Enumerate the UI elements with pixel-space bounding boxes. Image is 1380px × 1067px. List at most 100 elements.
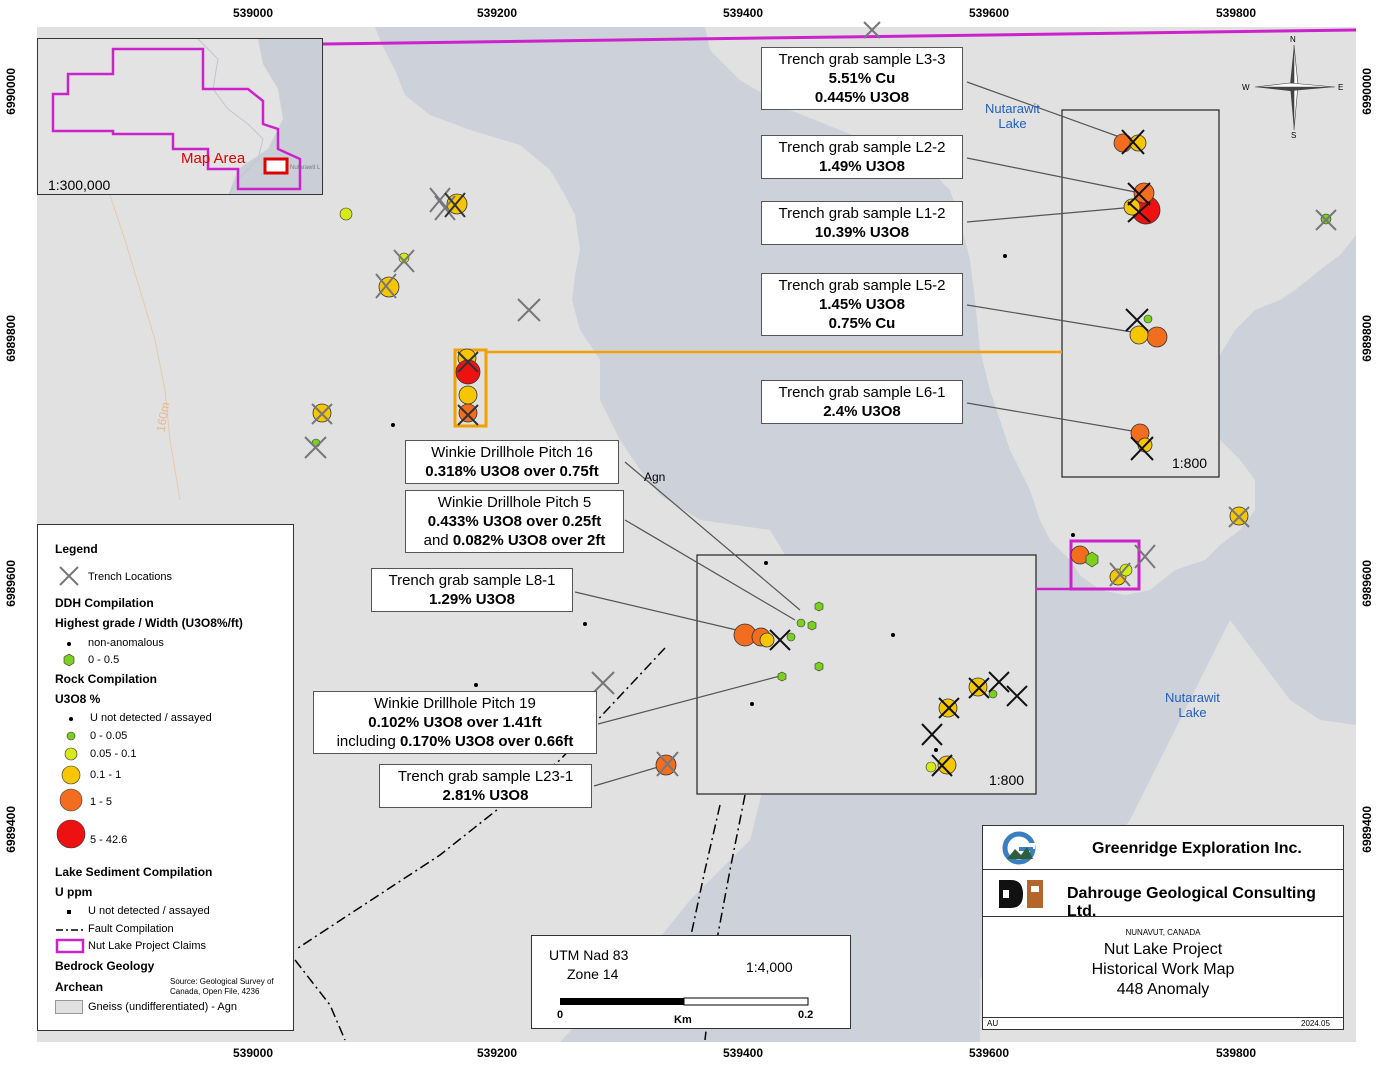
y-coord-label: 6989600 [1360,560,1374,607]
callout-l2-2[interactable]: Trench grab sample L2-2 1.49% U3O8 [761,135,963,179]
scale-tick-0: 0 [557,1009,564,1021]
trench-x-icon [59,566,79,586]
legend-rock-item: 1 - 5 [90,796,113,808]
legend-ddh-item: 0 - 0.5 [88,654,120,666]
region-label: NUNAVUT, CANADA [1125,928,1201,937]
rock-sample-point [759,632,775,648]
y-coord-label: 6990000 [1360,68,1374,115]
legend: Legend Trench Locations DDH Compilation … [37,524,294,1031]
legend-rock-item: 0 - 0.05 [90,730,128,742]
y-coord-label: 6989400 [1360,806,1374,853]
legend-archean: Archean [55,980,104,994]
x-coord-label: 539400 [722,1046,764,1060]
y-coord-label: 6989800 [1360,315,1374,362]
legend-rock-item: 5 - 42.6 [90,834,128,846]
legend-ddh-item: non-anomalous [88,637,164,649]
legend-ddh-header: DDH Compilation [55,596,154,610]
rock-sample-point [796,618,806,628]
scale-ratio: 1:4,000 [746,959,793,975]
hexagon-icon [63,653,75,667]
legend-lake-header: Lake Sediment Compilation [55,865,213,879]
callout-l6-1[interactable]: Trench grab sample L6-1 2.4% U3O8 [761,380,963,424]
y-coord-label: 6989800 [4,315,18,362]
square-dot-icon [67,910,71,914]
scale-box: UTM Nad 83 Zone 14 1:4,000 0 0.2 Km [531,935,851,1029]
legend-title: Legend [55,542,98,556]
rock-sample-point [925,761,937,773]
project-name: Nut Lake Project [1103,941,1223,958]
datum-label: UTM Nad 83 [549,947,629,963]
scale-bar [560,997,809,1006]
legend-rock-item: U not detected / assayed [90,712,212,724]
company-name-1: Greenridge Exploration Inc. [1092,840,1302,857]
callout-l1-2[interactable]: Trench grab sample L1-2 10.39% U3O8 [761,201,963,245]
rock-sample-point [339,207,353,221]
scale-unit: Km [674,1014,692,1026]
detail-box-south [696,554,1037,795]
dot-icon [69,717,73,721]
ddh-point [814,661,824,672]
fault-line-icon [56,929,84,931]
rock-sample-point [1143,314,1153,324]
x-coord-label: 539800 [1215,6,1257,20]
x-coord-label: 539600 [968,6,1010,20]
x-coord-label: 539800 [1215,1046,1257,1060]
y-coord-label: 6990000 [4,68,18,115]
dot-icon [67,642,71,646]
circle-icon [66,731,76,741]
ddh-point [807,620,817,631]
detail-scale-label: 1:800 [1172,455,1208,471]
legend-rock-item: 0.05 - 0.1 [90,748,137,760]
dahrouge-logo-icon [999,880,1043,908]
rock-sample-point [458,403,478,423]
circle-icon [64,747,78,761]
callout-pitch-19[interactable]: Winkie Drillhole Pitch 19 0.102% U3O8 ov… [313,691,597,754]
legend-ddh-sub: Highest grade / Width (U3O8%/ft) [55,616,243,630]
y-coord-label: 6989400 [4,806,18,853]
x-coord-label: 539000 [232,6,274,20]
callout-pitch-16[interactable]: Winkie Drillhole Pitch 16 0.318% U3O8 ov… [405,440,619,484]
callout-l5-2[interactable]: Trench grab sample L5-2 1.45% U3O8 0.75%… [761,273,963,336]
callout-l3-3[interactable]: Trench grab sample L3-3 5.51% Cu 0.445% … [761,47,963,110]
map-frame: 539000 539200 539400 539600 539800 53900… [0,0,1380,1067]
legend-rock-header: Rock Compilation [55,672,158,686]
title-block: Greenridge Exploration Inc. Dahrouge Geo… [982,825,1344,1030]
x-coord-label: 539000 [232,1046,274,1060]
circle-icon [59,788,83,812]
ddh-point [814,601,824,612]
company-name-2: Dahrouge Geological Consulting Ltd. [1067,885,1316,920]
company-row-1: Greenridge Exploration Inc. [983,826,1343,870]
callout-l23-1[interactable]: Trench grab sample L23-1 2.81% U3O8 [379,764,592,808]
legend-lake-item: U not detected / assayed [88,905,210,917]
author-label: AU [987,1019,999,1028]
circle-icon [56,819,86,849]
rock-sample-point [455,359,481,385]
date-label: 2024.05 [1301,1019,1330,1028]
x-coord-label: 539200 [476,6,518,20]
inset-location-map: Map Area 1:300,000 Nutarawit L [37,38,323,195]
lake-label: Nutarawit Lake [985,101,1040,131]
ddh-point [777,671,787,682]
north-arrow: N S E W [1240,35,1350,140]
x-coord-label: 539200 [476,1046,518,1060]
y-coord-label: 6989600 [4,560,18,607]
detail-scale-label: 1:800 [989,772,1025,788]
legend-trench: Trench Locations [88,571,172,583]
claims-box-icon [55,938,85,954]
rock-sample-point [1119,563,1133,577]
legend-bedrock-header: Bedrock Geology [55,959,155,973]
company-row-2: Dahrouge Geological Consulting Ltd. [983,870,1343,920]
rock-sample-point [786,632,796,642]
callout-l8-1[interactable]: Trench grab sample L8-1 1.29% U3O8 [371,568,573,612]
legend-fault: Fault Compilation [88,923,174,935]
inset-lake-label: Nutarawit L [290,165,321,171]
inset-scale: 1:300,000 [48,177,111,193]
x-coord-label: 539400 [722,6,764,20]
east-label: E [1338,83,1344,92]
map-title: Historical Work Map [1091,961,1235,978]
callout-pitch-5[interactable]: Winkie Drillhole Pitch 5 0.433% U3O8 ove… [405,490,624,553]
detail-box-north [1061,109,1220,478]
gneiss-swatch [55,1000,83,1014]
lake-label: Nutarawit Lake [1165,690,1220,720]
rock-sample-point [1146,326,1168,348]
